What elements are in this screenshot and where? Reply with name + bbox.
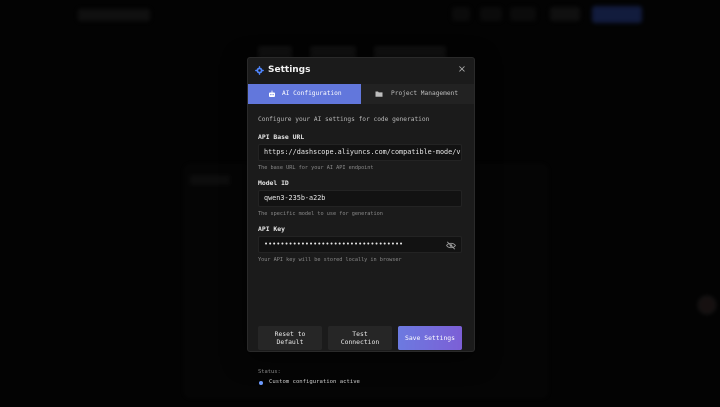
test-button-label: Test Connection [340,330,380,346]
api-key-value: •••••••••••••••••••••••••••••••••• [264,240,404,248]
modal-header: Settings × [248,58,474,84]
settings-modal: Settings × AI Configuration Project Mana… [247,57,475,385]
modal-title: Settings [268,65,311,75]
tab-label: Project Management [391,90,459,97]
status-text: Custom configuration active [269,379,360,385]
gear-icon [255,66,264,75]
settings-tabs: AI Configuration Project Management [248,84,474,104]
api-key-label: API Key [258,225,285,233]
test-connection-button[interactable]: Test Connection [328,326,392,350]
reset-to-default-button[interactable]: Reset to Default [258,326,322,350]
save-button-label: Save Settings [404,334,456,342]
settings-intro: Configure your AI settings for code gene… [258,116,430,123]
reset-button-label: Reset to Default [274,330,306,346]
status-dot [259,381,263,385]
folder-icon [375,91,383,97]
robot-icon [269,90,275,97]
api-key-hint: Your API key will be stored locally in b… [258,257,402,263]
model-id-hint: The specific model to use for generation [258,211,383,217]
eye-off-icon[interactable] [446,241,456,250]
model-id-label: Model ID [258,179,289,187]
model-id-input[interactable]: qwen3-235b-a22b [258,190,462,207]
api-base-url-label: API Base URL [258,133,305,141]
api-base-url-input[interactable]: https://dashscope.aliyuncs.com/compatibl… [258,144,462,161]
tab-label: AI Configuration [282,90,342,97]
close-button[interactable]: × [456,64,468,76]
status-label: Status: [258,369,281,375]
tab-project-management[interactable]: Project Management [361,84,474,104]
tab-ai-configuration[interactable]: AI Configuration [248,84,361,104]
save-settings-button[interactable]: Save Settings [398,326,462,350]
api-base-url-hint: The base URL for your AI API endpoint [258,165,374,171]
api-key-input[interactable]: •••••••••••••••••••••••••••••••••• [258,236,462,253]
